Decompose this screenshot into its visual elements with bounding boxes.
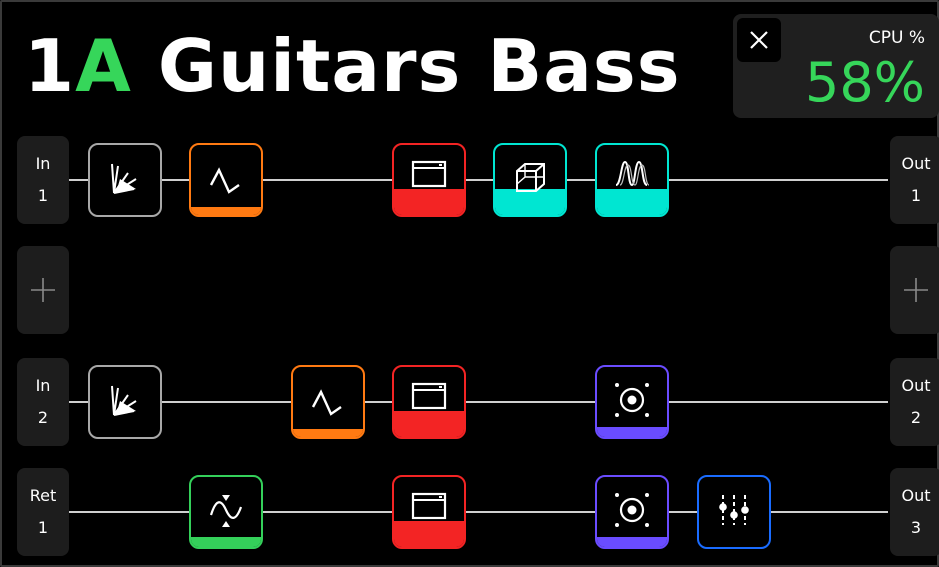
cab-speaker-icon [615, 493, 649, 527]
preset-title: 1A Guitars Bass [24, 18, 681, 114]
amp-icon [411, 382, 447, 410]
eq-block-row-1[interactable] [189, 143, 263, 217]
output-3[interactable]: Out 3 [890, 468, 939, 556]
eq-block-row-3[interactable] [291, 365, 365, 439]
wah-block-row-3[interactable] [88, 365, 162, 439]
plus-icon [904, 278, 928, 302]
input-2-number: 2 [37, 408, 49, 427]
input-1[interactable]: In 1 [17, 136, 69, 224]
input-1-number: 1 [37, 186, 49, 205]
output-2[interactable]: Out 2 [890, 358, 939, 446]
cpu-label: CPU % [868, 28, 925, 48]
input-2[interactable]: In 2 [17, 358, 69, 446]
reverb-wave-icon [615, 160, 650, 187]
mixer-sliders-icon [719, 495, 749, 525]
cab-block-row-3[interactable] [595, 365, 669, 439]
filter-block-row-4[interactable] [189, 475, 263, 549]
amp-block-row-4[interactable] [392, 475, 466, 549]
wah-icon [111, 385, 137, 416]
delay-block-row-1[interactable] [493, 143, 567, 217]
cab-speaker-icon [615, 383, 649, 417]
preset-number: 1 [24, 24, 76, 108]
input-1-label: In [35, 154, 51, 173]
add-output-button[interactable] [890, 246, 939, 334]
filter-sine-icon [209, 495, 243, 527]
output-2-label: Out [901, 376, 931, 395]
preset-letter: A [75, 24, 132, 108]
preset-name: Guitars Bass [131, 24, 681, 108]
mixer-block-row-4[interactable] [697, 475, 771, 549]
return-1-label: Ret [29, 486, 57, 505]
reverb-block-row-1[interactable] [595, 143, 669, 217]
amp-block-row-1[interactable] [392, 143, 466, 217]
output-1[interactable]: Out 1 [890, 136, 939, 224]
return-1[interactable]: Ret 1 [17, 468, 69, 556]
wah-icon [111, 163, 137, 194]
return-1-number: 1 [37, 518, 49, 537]
output-1-number: 1 [910, 186, 922, 205]
close-icon [750, 31, 768, 49]
close-button[interactable] [737, 18, 781, 62]
plus-icon [31, 278, 55, 302]
output-3-number: 3 [910, 518, 922, 537]
eq-filter-icon [209, 167, 240, 194]
add-input-button[interactable] [17, 246, 69, 334]
input-2-label: In [35, 376, 51, 395]
eq-filter-icon [311, 389, 342, 416]
output-2-number: 2 [910, 408, 922, 427]
output-3-label: Out [901, 486, 931, 505]
delay-cube-icon [516, 163, 545, 192]
cab-block-row-4[interactable] [595, 475, 669, 549]
amp-block-row-3[interactable] [392, 365, 466, 439]
amp-icon [411, 492, 447, 520]
output-1-label: Out [901, 154, 931, 173]
cpu-panel: CPU % 58% [733, 14, 939, 118]
amp-icon [411, 160, 447, 188]
cpu-value: 58% [804, 51, 925, 114]
wah-block-row-1[interactable] [88, 143, 162, 217]
signal-wire-row-3 [69, 401, 888, 403]
